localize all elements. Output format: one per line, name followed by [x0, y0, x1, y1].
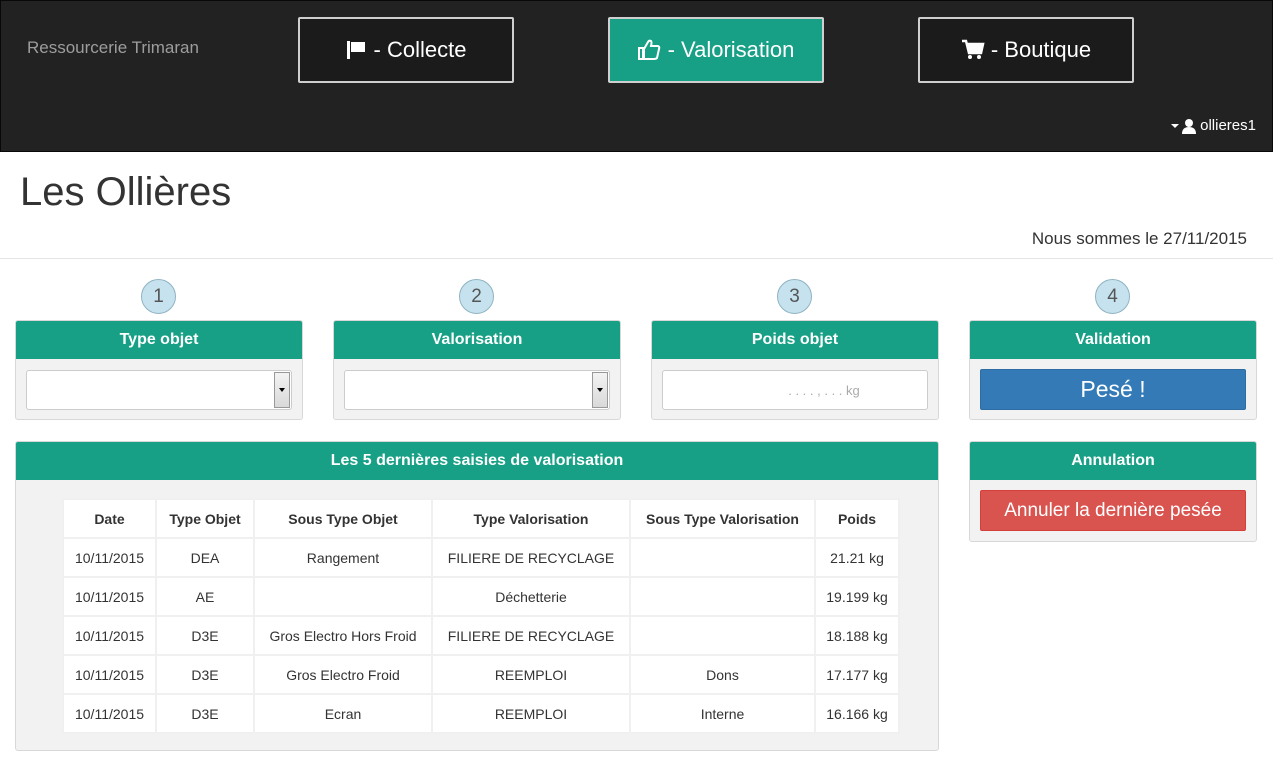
dropdown-arrow-icon[interactable]	[274, 372, 290, 408]
col-date: Date	[62, 498, 157, 539]
table-row: 10/11/2015 D3E Gros Electro Froid REEMPL…	[62, 654, 900, 695]
cell-date: 10/11/2015	[62, 537, 157, 578]
valorisation-button[interactable]: - Valorisation	[608, 17, 824, 83]
col-poids: Poids	[814, 498, 900, 539]
cell-date: 10/11/2015	[62, 615, 157, 656]
table-row: 10/11/2015 AE Déchetterie 19.199 kg	[62, 576, 900, 617]
cell-sous-type-objet	[253, 576, 433, 617]
col-sous-type-objet: Sous Type Objet	[253, 498, 433, 539]
annulation-title: Annulation	[970, 442, 1256, 480]
caret-down-icon	[1171, 123, 1180, 128]
page-title: Les Ollières	[20, 170, 232, 214]
step-4-badge: 4	[1095, 279, 1130, 314]
cell-type-valorisation: FILIERE DE RECYCLAGE	[431, 537, 631, 578]
cell-date: 10/11/2015	[62, 576, 157, 617]
cell-type-objet: D3E	[155, 615, 255, 656]
current-date: Nous sommes le 27/11/2015	[1031, 229, 1247, 248]
type-objet-panel: Type objet	[15, 320, 303, 420]
boutique-button[interactable]: - Boutique	[918, 17, 1134, 83]
user-icon	[1182, 118, 1197, 134]
cell-sous-type-objet: Gros Electro Hors Froid	[253, 615, 433, 656]
dropdown-arrow-icon[interactable]	[592, 372, 608, 408]
cell-type-objet: DEA	[155, 537, 255, 578]
history-table: Date Type Objet Sous Type Objet Type Val…	[62, 498, 900, 734]
cell-sous-type-valorisation: Interne	[629, 693, 816, 734]
flag-icon	[346, 41, 365, 59]
col-sous-type-valorisation: Sous Type Valorisation	[629, 498, 816, 539]
step-2-badge: 2	[459, 279, 494, 314]
username: ollieres1	[1200, 117, 1256, 134]
poids-input[interactable]	[662, 370, 928, 410]
cell-sous-type-valorisation	[629, 615, 816, 656]
step-3-badge: 3	[777, 279, 812, 314]
divider	[0, 258, 1273, 259]
cell-sous-type-objet: Ecran	[253, 693, 433, 734]
table-row: 10/11/2015 D3E Gros Electro Hors Froid F…	[62, 615, 900, 656]
collecte-button[interactable]: - Collecte	[298, 17, 514, 83]
brand-name[interactable]: Ressourcerie Trimaran	[27, 38, 199, 58]
poids-panel: Poids objet	[651, 320, 939, 420]
cell-type-valorisation: FILIERE DE RECYCLAGE	[431, 615, 631, 656]
validation-title: Validation	[970, 321, 1256, 359]
user-menu[interactable]: ollieres1	[1171, 117, 1256, 134]
valorisation-label: - Valorisation	[667, 37, 795, 62]
table-row: 10/11/2015 DEA Rangement FILIERE DE RECY…	[62, 537, 900, 578]
cell-sous-type-valorisation	[629, 576, 816, 617]
step-1-badge: 1	[141, 279, 176, 314]
cell-sous-type-valorisation	[629, 537, 816, 578]
history-title: Les 5 dernières saisies de valorisation	[16, 442, 938, 480]
cell-type-objet: D3E	[155, 693, 255, 734]
type-objet-title: Type objet	[16, 321, 302, 359]
cell-sous-type-objet: Gros Electro Froid	[253, 654, 433, 695]
top-navbar: Ressourcerie Trimaran - Collecte - Valor…	[0, 0, 1273, 152]
pese-button[interactable]: Pesé !	[980, 369, 1246, 410]
cell-date: 10/11/2015	[62, 693, 157, 734]
cell-type-valorisation: REEMPLOI	[431, 693, 631, 734]
cell-poids: 19.199 kg	[814, 576, 900, 617]
valorisation-select[interactable]	[344, 370, 610, 410]
boutique-label: - Boutique	[990, 37, 1092, 62]
cell-date: 10/11/2015	[62, 654, 157, 695]
valorisation-title: Valorisation	[334, 321, 620, 359]
thumbs-up-icon	[637, 39, 660, 60]
cell-type-objet: D3E	[155, 654, 255, 695]
cell-type-valorisation: Déchetterie	[431, 576, 631, 617]
table-header-row: Date Type Objet Sous Type Objet Type Val…	[62, 498, 900, 539]
annulation-panel: Annulation Annuler la dernière pesée	[969, 441, 1257, 542]
col-type-valorisation: Type Valorisation	[431, 498, 631, 539]
cell-type-objet: AE	[155, 576, 255, 617]
annuler-button[interactable]: Annuler la dernière pesée	[980, 490, 1246, 531]
cell-type-valorisation: REEMPLOI	[431, 654, 631, 695]
cell-poids: 17.177 kg	[814, 654, 900, 695]
valorisation-panel: Valorisation	[333, 320, 621, 420]
cell-sous-type-objet: Rangement	[253, 537, 433, 578]
table-row: 10/11/2015 D3E Ecran REEMPLOI Interne 16…	[62, 693, 900, 734]
cart-icon	[961, 39, 985, 59]
cell-sous-type-valorisation: Dons	[629, 654, 816, 695]
collecte-label: - Collecte	[373, 37, 467, 62]
poids-title: Poids objet	[652, 321, 938, 359]
cell-poids: 18.188 kg	[814, 615, 900, 656]
type-objet-select[interactable]	[26, 370, 292, 410]
cell-poids: 21.21 kg	[814, 537, 900, 578]
validation-panel: Validation Pesé !	[969, 320, 1257, 420]
history-panel: Les 5 dernières saisies de valorisation …	[15, 441, 939, 751]
cell-poids: 16.166 kg	[814, 693, 900, 734]
col-type-objet: Type Objet	[155, 498, 255, 539]
